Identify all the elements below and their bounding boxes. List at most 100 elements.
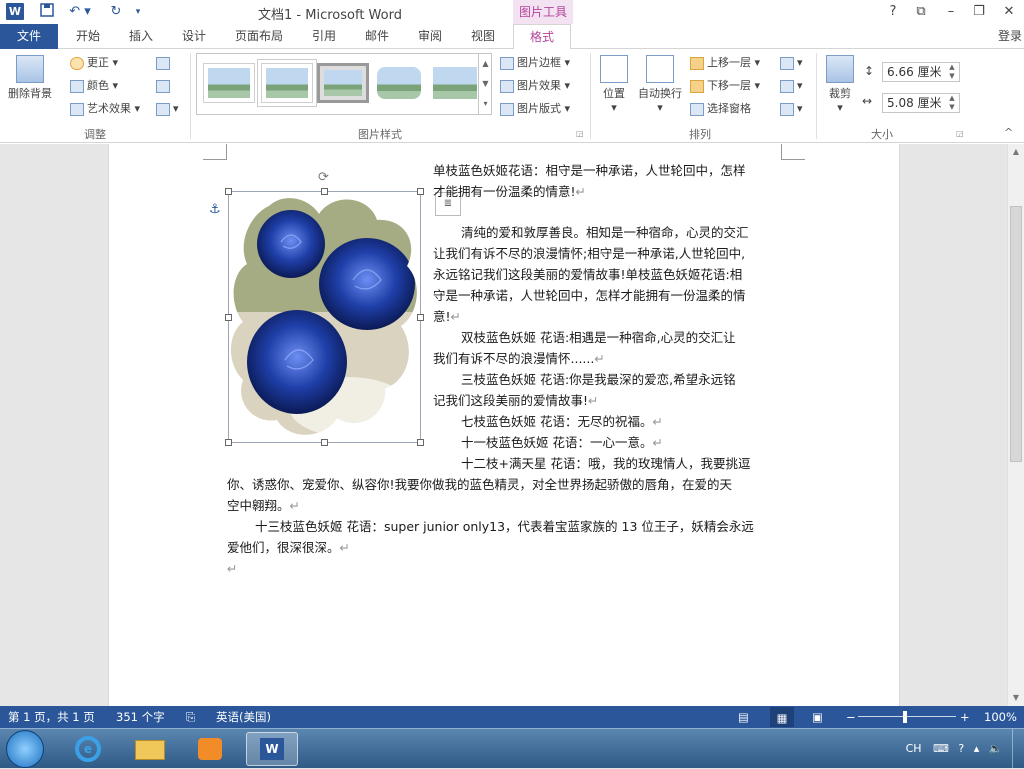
crop-icon — [826, 55, 854, 83]
close-button[interactable]: ✕ — [996, 2, 1022, 22]
tab-references[interactable]: 引用 — [302, 24, 346, 49]
word-taskbar-icon[interactable]: W — [246, 732, 298, 766]
volume-icon[interactable]: 🔈 — [989, 742, 1003, 755]
print-layout-icon[interactable]: ▦ — [770, 707, 794, 727]
internet-explorer-icon[interactable]: e — [62, 732, 114, 766]
keyboard-icon[interactable]: ⌨ — [933, 742, 949, 755]
tab-view[interactable]: 视图 — [461, 24, 505, 49]
tab-file[interactable]: 文件 — [0, 24, 58, 49]
help-tray-icon[interactable]: ? — [958, 742, 964, 755]
resize-handle[interactable] — [417, 439, 424, 446]
resize-handle[interactable] — [225, 314, 232, 321]
doc-line: 才能拥有一份温柔的情意!↵ — [433, 184, 586, 199]
tab-format[interactable]: 格式 — [513, 24, 571, 50]
height-input[interactable]: 6.66 厘米 ▲ ▼ — [882, 62, 960, 82]
vertical-scrollbar[interactable]: ▲ ▼ — [1007, 144, 1024, 706]
bring-forward-button[interactable]: 上移一层 ▾ — [690, 55, 760, 71]
resize-handle[interactable] — [225, 439, 232, 446]
login-link[interactable]: 登录 — [998, 24, 1022, 49]
height-spinner[interactable]: ▲ ▼ — [945, 63, 959, 81]
zoom-slider[interactable] — [858, 716, 956, 717]
compress-pictures-button[interactable] — [156, 55, 173, 71]
position-button[interactable]: 位置 ▾ — [596, 55, 632, 114]
file-explorer-icon[interactable] — [124, 732, 176, 766]
rotate-icon — [780, 102, 794, 116]
customize-qat-icon[interactable]: ▾ — [132, 3, 144, 21]
resize-handle[interactable] — [321, 439, 328, 446]
zoom-level[interactable]: 100% — [984, 706, 1017, 728]
crop-button[interactable]: 裁剪 ▾ — [822, 55, 858, 114]
resize-handle[interactable] — [417, 188, 424, 195]
tab-home[interactable]: 开始 — [66, 24, 110, 49]
scroll-up-icon[interactable]: ▲ — [1008, 144, 1024, 160]
reset-picture-button[interactable]: ▾ — [156, 101, 179, 117]
resize-handle[interactable] — [417, 314, 424, 321]
change-picture-button[interactable] — [156, 78, 173, 94]
media-player-icon[interactable] — [184, 732, 236, 766]
gallery-scroll[interactable]: ▲ ▼ ▾ — [478, 54, 492, 114]
selection-pane-icon — [690, 102, 704, 116]
help-button[interactable]: ? — [880, 2, 906, 22]
language[interactable]: 英语(美国) — [216, 706, 271, 728]
color-button[interactable]: 颜色 ▾ — [70, 78, 118, 94]
align-button[interactable]: ▾ — [780, 55, 803, 71]
style-thumb[interactable] — [203, 63, 255, 103]
document-page[interactable]: ⟳ ≣ ⚓ 单枝蓝色妖姬花语：相守是一种承诺，人世轮回中，怎样 才能拥有一份温柔… — [108, 144, 900, 706]
scroll-down-icon[interactable]: ▼ — [1008, 690, 1024, 706]
zoom-out-button[interactable]: − — [846, 706, 856, 728]
tab-mailings[interactable]: 邮件 — [355, 24, 399, 49]
wrap-text-button[interactable]: 自动换行 ▾ — [634, 55, 686, 114]
zoom-in-button[interactable]: + — [960, 706, 970, 728]
picture-effects-button[interactable]: 图片效果 ▾ — [500, 78, 570, 94]
start-button-icon[interactable] — [6, 730, 44, 768]
collapse-ribbon-icon[interactable]: ^ — [1004, 125, 1013, 141]
minimize-button[interactable]: – — [938, 2, 964, 22]
styles-dialog-launcher-icon[interactable]: ◲ — [576, 129, 584, 138]
restore-button[interactable]: ❐ — [966, 2, 992, 22]
height-icon: ↕ — [864, 64, 875, 78]
rotate-handle-icon[interactable]: ⟳ — [318, 170, 329, 185]
word-count[interactable]: 351 个字 — [116, 706, 165, 728]
size-dialog-launcher-icon[interactable]: ◲ — [956, 129, 964, 138]
tab-review[interactable]: 审阅 — [408, 24, 452, 49]
ime-indicator[interactable]: CH — [906, 742, 922, 755]
rose-picture[interactable]: ⟳ ≣ — [225, 170, 461, 446]
group-objects-button[interactable]: ▾ — [780, 78, 803, 94]
tab-insert[interactable]: 插入 — [119, 24, 163, 49]
page-count[interactable]: 第 1 页，共 1 页 — [8, 706, 95, 728]
web-layout-icon[interactable]: ▣ — [812, 706, 823, 728]
read-mode-icon[interactable]: ▤ — [738, 706, 749, 728]
resize-handle[interactable] — [321, 188, 328, 195]
style-thumb[interactable] — [317, 63, 369, 103]
style-thumb[interactable] — [261, 63, 313, 103]
remove-background-button[interactable]: 删除背景 — [4, 55, 56, 101]
send-backward-button[interactable]: 下移一层 ▾ — [690, 78, 760, 94]
show-desktop-button[interactable] — [1012, 729, 1024, 769]
proofing-icon[interactable]: ⎘ — [186, 706, 195, 728]
tab-design[interactable]: 设计 — [172, 24, 216, 49]
zoom-slider-thumb[interactable] — [903, 711, 907, 723]
selection-pane-button[interactable]: 选择窗格 — [690, 101, 751, 117]
artistic-effects-button[interactable]: 艺术效果 ▾ — [70, 101, 140, 117]
rotate-button[interactable]: ▾ — [780, 101, 803, 117]
picture-border-button[interactable]: 图片边框 ▾ — [500, 55, 570, 71]
save-icon[interactable] — [38, 3, 56, 21]
style-thumb[interactable] — [373, 63, 425, 103]
doc-line: 双枝蓝色妖姬 花语:相遇是一种宿命,心灵的交汇让 — [461, 330, 736, 345]
size-group-label: 大小 — [871, 128, 893, 141]
width-input[interactable]: 5.08 厘米 ▲ ▼ — [882, 93, 960, 113]
tab-page-layout[interactable]: 页面布局 — [228, 24, 290, 49]
width-spinner[interactable]: ▲ ▼ — [945, 94, 959, 112]
undo-icon[interactable]: ↶ ▾ — [66, 3, 94, 21]
scrollbar-thumb[interactable] — [1010, 206, 1022, 462]
tray-arrow-icon[interactable]: ▴ — [974, 742, 980, 755]
redo-icon[interactable]: ↻ — [106, 3, 126, 21]
picture-layout-button[interactable]: 图片版式 ▾ — [500, 101, 570, 117]
corrections-button[interactable]: 更正 ▾ — [70, 55, 118, 71]
ribbon-display-options-button[interactable]: ⧉ — [908, 2, 934, 22]
picture-styles-gallery[interactable] — [196, 53, 492, 115]
word-app-icon[interactable]: W — [6, 3, 24, 20]
doc-line: 十一枝蓝色妖姬 花语：一心一意。↵ — [461, 435, 663, 450]
style-thumb[interactable] — [429, 63, 481, 103]
resize-handle[interactable] — [225, 188, 232, 195]
